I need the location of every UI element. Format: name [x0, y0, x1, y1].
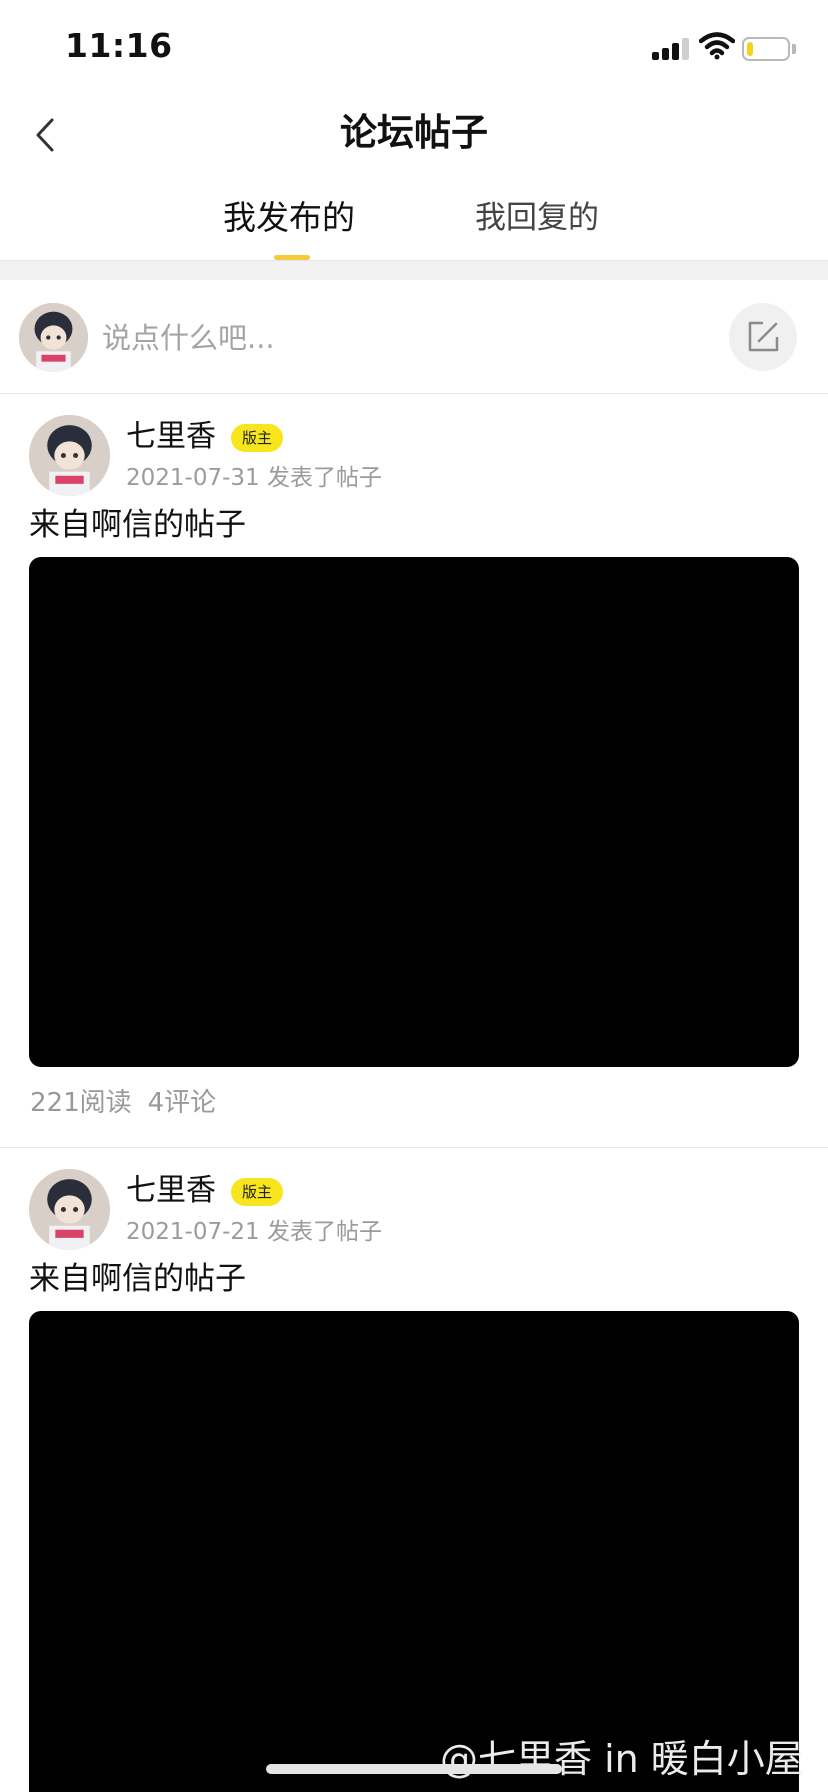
post-title[interactable]: 来自啊信的帖子 [29, 503, 246, 547]
avatar [19, 303, 88, 372]
post-card[interactable]: 七里香 版主 2021-07-21 发表了帖子 来自啊信的帖子 [0, 1149, 828, 1792]
cellular-signal-icon [652, 36, 690, 60]
status-bar: 11:16 [0, 0, 828, 100]
tab-my-posts[interactable]: 我发布的 [223, 196, 355, 240]
author-name[interactable]: 七里香 [126, 1169, 216, 1213]
tab-my-replies[interactable]: 我回复的 [475, 196, 599, 240]
battery-level [747, 42, 753, 56]
nav-bar: 论坛帖子 [0, 100, 828, 182]
status-time: 11:16 [65, 26, 173, 65]
comment-count: 4评论 [147, 1088, 217, 1118]
moderator-badge: 版主 [231, 1178, 283, 1206]
edit-square-icon [748, 321, 779, 352]
author-name[interactable]: 七里香 [126, 415, 216, 459]
post-card[interactable]: 七里香 版主 2021-07-31 发表了帖子 来自啊信的帖子 221阅读 4评论 [0, 395, 828, 1148]
forum-posts-screen: 11:16 论坛帖子 我发布的 我回复的 说点什么吧... 七里香 版主 202… [0, 0, 828, 1792]
read-count: 221阅读 [30, 1088, 132, 1118]
post-image[interactable] [29, 557, 799, 1067]
tab-bar: 我发布的 我回复的 [0, 188, 828, 260]
post-title[interactable]: 来自啊信的帖子 [29, 1257, 246, 1301]
battery-icon [742, 37, 790, 61]
moderator-badge: 版主 [231, 424, 283, 452]
page-title: 论坛帖子 [340, 111, 488, 154]
post-stats: 221阅读 4评论 [30, 1085, 232, 1121]
post-meta: 2021-07-31 发表了帖子 [126, 465, 382, 491]
battery-cap [792, 44, 796, 54]
compose-button[interactable] [729, 303, 797, 371]
watermark: @七里香 in 暖白小屋 [440, 1737, 803, 1781]
section-divider [0, 260, 828, 280]
wifi-icon [698, 32, 736, 60]
home-indicator[interactable] [266, 1764, 562, 1774]
post-composer [0, 280, 828, 394]
composer-input[interactable] [102, 316, 602, 360]
post-meta: 2021-07-21 发表了帖子 [126, 1219, 382, 1245]
avatar[interactable] [29, 415, 110, 496]
avatar[interactable] [29, 1169, 110, 1250]
post-image[interactable] [29, 1311, 799, 1792]
